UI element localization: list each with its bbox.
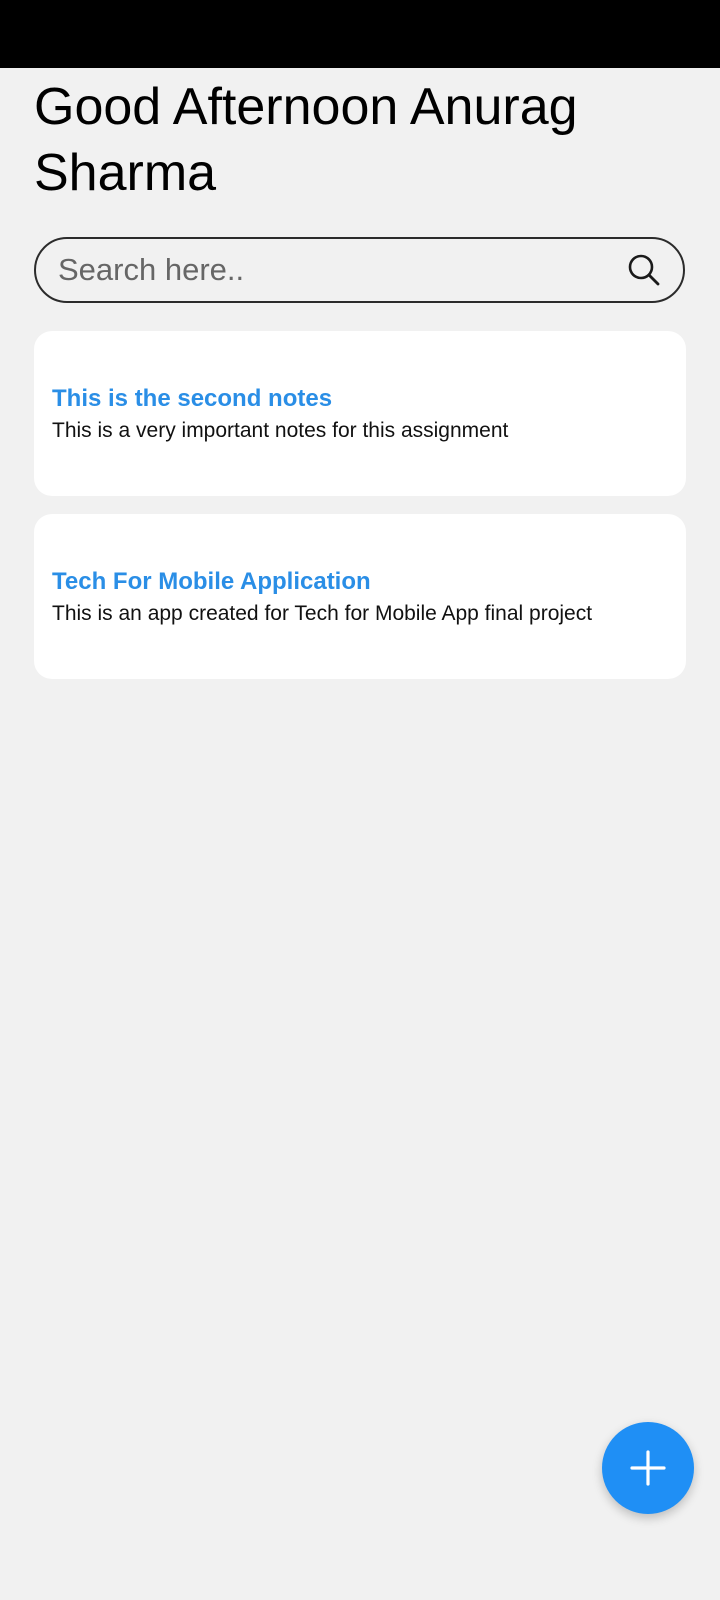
note-card[interactable]: Tech For Mobile Application This is an a…	[34, 514, 686, 679]
search-bar[interactable]	[34, 237, 685, 303]
search-icon[interactable]	[627, 253, 661, 287]
add-note-button[interactable]	[602, 1422, 694, 1514]
note-title: This is the second notes	[52, 385, 333, 412]
note-card[interactable]: This is the second notes This is a very …	[34, 331, 686, 496]
note-description: This is an app created for Tech for Mobi…	[52, 602, 593, 625]
search-input[interactable]	[58, 239, 598, 301]
note-title: Tech For Mobile Application	[52, 568, 371, 595]
status-bar	[0, 0, 720, 68]
note-description: This is a very important notes for this …	[52, 419, 509, 442]
greeting-title: Good Afternoon Anurag Sharma	[34, 78, 578, 202]
plus-icon	[630, 1450, 666, 1486]
